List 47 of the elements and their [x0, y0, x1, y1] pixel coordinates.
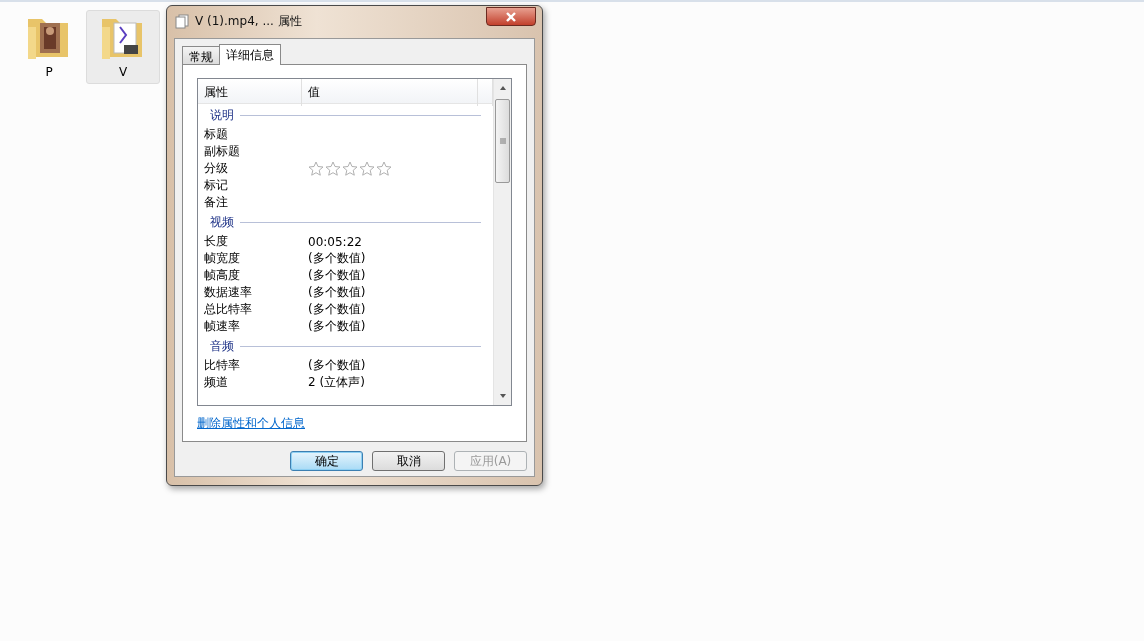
scrollbar[interactable]	[493, 79, 511, 405]
close-icon	[505, 11, 517, 22]
scroll-thumb[interactable]	[495, 99, 510, 183]
grip-icon	[499, 138, 506, 144]
icon-label: V	[118, 65, 128, 79]
property-name: 标题	[204, 126, 229, 143]
document-icon	[175, 13, 189, 29]
property-name: 标记	[204, 177, 229, 194]
property-value: 00:05:22	[308, 234, 363, 249]
star-icon[interactable]	[376, 161, 392, 176]
property-value: (多个数值)	[308, 301, 367, 318]
section-heading: 音频	[210, 337, 234, 355]
property-name: 总比特率	[204, 301, 253, 318]
column-header[interactable]: 值	[302, 79, 478, 106]
desktop-icon[interactable]: P	[12, 10, 86, 84]
remove-properties-link[interactable]: 删除属性和个人信息	[197, 415, 305, 432]
property-name: 频道	[204, 374, 229, 391]
property-value: 2 (立体声)	[308, 374, 366, 391]
dialog-button[interactable]: 取消	[372, 451, 445, 471]
section-heading: 视频	[210, 213, 234, 231]
property-name: 副标题	[204, 143, 241, 160]
property-name: 帧高度	[204, 267, 241, 284]
desktop-icon[interactable]: V	[86, 10, 160, 84]
window-title: V (1).mp4, ... 属性	[195, 12, 303, 30]
property-name: 帧速率	[204, 318, 241, 335]
tab[interactable]: 常规	[182, 46, 220, 64]
property-value: (多个数值)	[308, 250, 367, 267]
property-name: 帧宽度	[204, 250, 241, 267]
star-icon[interactable]	[342, 161, 358, 176]
property-name: 数据速率	[204, 284, 253, 301]
star-icon[interactable]	[325, 161, 341, 176]
dialog-button[interactable]: 确定	[290, 451, 363, 471]
property-value: (多个数值)	[308, 318, 367, 335]
property-value: (多个数值)	[308, 357, 367, 374]
section-heading: 说明	[210, 106, 234, 124]
icon-label: P	[45, 65, 53, 79]
star-icon[interactable]	[359, 161, 375, 176]
property-name: 备注	[204, 194, 229, 211]
property-name: 比特率	[204, 357, 241, 374]
column-header[interactable]: 属性	[198, 79, 302, 106]
property-value: (多个数值)	[308, 267, 367, 284]
close-button[interactable]	[486, 7, 536, 26]
star-icon[interactable]	[308, 161, 324, 176]
property-name: 长度	[204, 233, 229, 250]
property-value: (多个数值)	[308, 284, 367, 301]
tab[interactable]: 详细信息	[219, 44, 281, 65]
property-name: 分级	[204, 160, 229, 177]
